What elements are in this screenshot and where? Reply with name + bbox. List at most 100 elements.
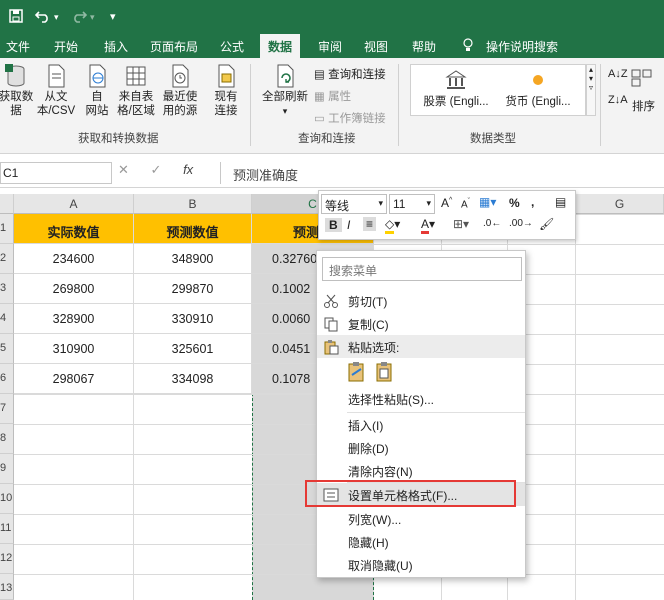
fill-color-icon[interactable]: ◇▾ xyxy=(385,217,400,234)
menu-item-delete[interactable]: 删除(D) xyxy=(317,436,525,459)
comma-style-button[interactable]: , xyxy=(531,195,534,209)
borders-icon[interactable]: ⊞▾ xyxy=(453,217,469,231)
tab-help[interactable]: 帮助 xyxy=(412,38,436,55)
from-text-csv-button[interactable]: 从文 本/CSV xyxy=(36,64,76,118)
table-cell[interactable]: 269800 xyxy=(14,274,134,304)
column-header-g[interactable]: G xyxy=(576,194,664,214)
queries-connections-button[interactable]: ▤ 查询和连接 xyxy=(314,66,386,82)
decrease-decimal-icon[interactable]: .00→ xyxy=(509,218,533,229)
header-cell-actual[interactable]: 实际数值 xyxy=(14,214,134,244)
tab-insert[interactable]: 插入 xyxy=(104,38,128,55)
row-header[interactable]: 6 xyxy=(0,364,14,394)
row-header[interactable]: 13 xyxy=(0,574,14,600)
search-menu-input[interactable]: 搜索菜单 xyxy=(322,257,522,281)
recent-sources-button[interactable]: 最近使 用的源 xyxy=(160,64,200,118)
column-header-b[interactable]: B xyxy=(134,194,252,214)
font-color-icon[interactable]: A▾ xyxy=(421,217,435,234)
tab-view[interactable]: 视图 xyxy=(364,38,388,55)
row-header[interactable]: 1 xyxy=(0,214,14,244)
customize-qat-icon[interactable]: ▾ xyxy=(110,10,116,23)
table-cell[interactable]: 348900 xyxy=(134,244,252,274)
menu-item-hide[interactable]: 隐藏(H) xyxy=(317,530,525,553)
copy-label: 复制(C) xyxy=(348,318,389,332)
row-header[interactable]: 4 xyxy=(0,304,14,334)
paste-option-clipboard-icon[interactable] xyxy=(347,361,367,386)
percent-style-button[interactable]: % xyxy=(509,196,520,210)
menu-item-insert[interactable]: 插入(I) xyxy=(317,413,525,436)
row-header[interactable]: 2 xyxy=(0,244,14,274)
table-cell[interactable]: 234600 xyxy=(14,244,134,274)
bold-button[interactable]: B xyxy=(325,218,342,232)
font-size-dropdown[interactable]: 11 ▾ xyxy=(389,194,435,214)
sort-button-label[interactable]: 排序 xyxy=(632,98,655,114)
table-cell[interactable]: 328900 xyxy=(14,304,134,334)
sort-za-icon[interactable]: Z↓A xyxy=(608,94,628,106)
align-center-icon[interactable]: ≡ xyxy=(363,217,377,231)
header-cell-forecast[interactable]: 预测数值 xyxy=(134,214,252,244)
tab-page-layout[interactable]: 页面布局 xyxy=(150,38,198,55)
format-painter-icon[interactable]: 🖌 xyxy=(539,217,554,231)
row-header[interactable]: 9 xyxy=(0,454,14,484)
format-table-icon[interactable]: ▤ xyxy=(555,195,566,209)
menu-item-copy[interactable]: 复制(C) xyxy=(317,312,525,335)
table-cell[interactable]: 310900 xyxy=(14,334,134,364)
queries-icon: ▤ xyxy=(314,69,325,81)
menu-item-column-width[interactable]: 列宽(W)... xyxy=(317,507,525,530)
row-header[interactable]: 7 xyxy=(0,394,14,424)
table-cell[interactable]: 325601 xyxy=(134,334,252,364)
cancel-icon[interactable]: ✕ xyxy=(118,162,129,177)
row-header[interactable]: 12 xyxy=(0,544,14,574)
tab-data[interactable]: 数据 xyxy=(260,34,301,58)
from-web-button[interactable]: 自 网站 xyxy=(82,64,112,118)
table-cell[interactable]: 334098 xyxy=(134,364,252,394)
get-data-button[interactable]: 获取数 据 xyxy=(0,64,34,118)
row-header[interactable]: 10 xyxy=(0,484,14,514)
number-format-icon[interactable]: ▦▾ xyxy=(479,195,496,209)
row-header[interactable]: 11 xyxy=(0,514,14,544)
font-name-dropdown[interactable]: 等线 ▾ xyxy=(321,194,387,214)
decrease-font-icon[interactable]: Aˇ xyxy=(461,198,470,210)
gallery-scroll[interactable]: ▴ ▾ ▿ xyxy=(586,64,596,116)
row-header[interactable]: 5 xyxy=(0,334,14,364)
refresh-dropdown-icon[interactable]: ▾ xyxy=(258,104,312,118)
increase-decimal-icon[interactable]: .0← xyxy=(483,218,501,229)
from-table-button[interactable]: 来自表 格/区域 xyxy=(116,64,156,118)
workbook-links-button[interactable]: ▭ 工作簿链接 xyxy=(314,110,386,126)
table-cell[interactable]: 330910 xyxy=(134,304,252,334)
redo-icon[interactable] xyxy=(70,8,88,27)
undo-icon[interactable] xyxy=(34,8,52,27)
refresh-all-button[interactable]: 全部刷新 ▾ xyxy=(258,64,312,118)
sort-icon[interactable] xyxy=(630,68,654,91)
stocks-button[interactable]: 股票 (Engli... xyxy=(417,69,495,109)
select-all-corner[interactable] xyxy=(0,194,14,214)
currency-button[interactable]: 货币 (Engli... xyxy=(499,69,577,109)
enter-icon[interactable]: ✓ xyxy=(151,162,162,177)
menu-item-unhide[interactable]: 取消隐藏(U) xyxy=(317,553,525,576)
name-box[interactable]: C1 xyxy=(0,162,112,184)
tab-home[interactable]: 开始 xyxy=(54,38,78,55)
save-icon[interactable] xyxy=(8,8,24,27)
row-header[interactable]: 8 xyxy=(0,424,14,454)
menu-item-paste-special[interactable]: 选择性粘贴(S)... xyxy=(317,387,525,410)
increase-font-icon[interactable]: A^ xyxy=(441,196,452,210)
tab-review[interactable]: 审阅 xyxy=(318,38,342,55)
row-header[interactable]: 3 xyxy=(0,274,14,304)
tell-me-search[interactable]: 操作说明搜索 xyxy=(486,38,558,55)
tab-file[interactable]: 文件 xyxy=(6,38,30,55)
table-cell[interactable]: 298067 xyxy=(14,364,134,394)
insert-function-icon[interactable]: fx xyxy=(183,162,193,177)
formula-input[interactable]: 预测准确度 xyxy=(220,162,664,184)
table-cell[interactable]: 299870 xyxy=(134,274,252,304)
menu-item-clear-contents[interactable]: 清除内容(N) xyxy=(317,459,525,482)
tab-formulas[interactable]: 公式 xyxy=(220,38,244,55)
italic-button[interactable]: I xyxy=(347,218,350,232)
menu-item-cut[interactable]: 剪切(T) xyxy=(317,289,525,312)
paste-option-values-icon[interactable] xyxy=(375,361,395,386)
sort-az-icon[interactable]: A↓Z xyxy=(608,68,628,80)
column-header-a[interactable]: A xyxy=(14,194,134,214)
existing-connections-button[interactable]: 现有 连接 xyxy=(208,64,244,118)
undo-dropdown-icon[interactable]: ▾ xyxy=(54,12,59,23)
delete-label: 删除(D) xyxy=(348,442,389,456)
properties-button[interactable]: ▦ 属性 xyxy=(314,88,351,104)
redo-dropdown-icon[interactable]: ▾ xyxy=(90,12,95,23)
